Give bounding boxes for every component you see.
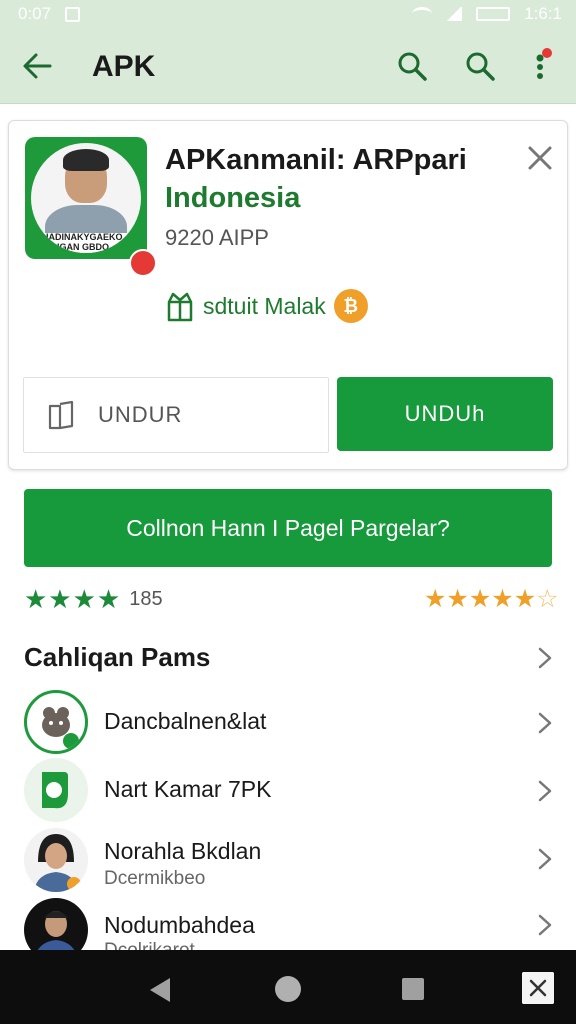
rating-count: 185 (129, 588, 163, 610)
star-icon: ★ (424, 585, 447, 613)
gift-icon (167, 292, 193, 322)
animal-avatar-icon (42, 707, 79, 749)
download-button[interactable]: UNDUh (337, 377, 553, 451)
rating-stars-orange[interactable]: ★★★★★☆ (424, 584, 559, 614)
app-card: DIADINAKYGAEKO HGAN GBDO APKanmanil: ARP… (8, 120, 568, 470)
close-icon[interactable] (522, 972, 554, 1004)
cta-button[interactable]: Collnon Hann I Pagel Pargelar? (24, 489, 552, 567)
signal-icon (446, 7, 463, 21)
list-item-subtitle: Dcermikbeo (104, 868, 206, 889)
star-icon: ★ (513, 585, 537, 613)
star-outline-icon: ☆ (536, 585, 559, 613)
nav-recents-icon[interactable] (402, 978, 424, 1000)
app-icon-caption: DIADINAKYGAEKO HGAN GBDO (35, 232, 127, 253)
chevron-right-icon[interactable] (538, 647, 552, 669)
list-item-avatar (24, 758, 88, 822)
coin-icon: ₿ (333, 289, 368, 323)
list-item-title: Nart Kamar 7PK (104, 776, 272, 802)
chevron-right-icon[interactable] (538, 780, 552, 802)
avatar-hair (63, 149, 109, 171)
list-item-avatar (24, 690, 88, 754)
list-item-title: Norahla Bkdlan (104, 838, 262, 864)
page-title: APK (92, 50, 156, 83)
chevron-right-icon[interactable] (538, 712, 552, 734)
status-time: 0:07 (18, 4, 52, 23)
phone-app-icon (42, 772, 68, 809)
close-icon[interactable] (527, 145, 553, 171)
app-name-line1: APKanmanil: ARPpari (165, 144, 467, 176)
rating-summary: ★★★★ 185 (24, 584, 163, 615)
list-item[interactable]: Norahla Bkdlan Dcermikbeo (0, 828, 576, 896)
section-title[interactable]: Cahliqan Pams (24, 642, 210, 673)
secondary-download-label: UNDUR (98, 402, 183, 427)
app-name: APKanmanil: ARPpari Indonesia (165, 141, 521, 217)
feature-row: sdtuit Malak ₿ (165, 289, 368, 323)
wifi-icon (412, 7, 433, 21)
more-vert-icon[interactable] (530, 48, 554, 84)
list-item-avatar (24, 828, 88, 892)
system-nav-bar (0, 950, 576, 1024)
back-arrow-icon[interactable] (22, 52, 52, 80)
list-item-title: Dancbalnen&lat (104, 708, 267, 734)
app-icon[interactable]: DIADINAKYGAEKO HGAN GBDO (25, 137, 157, 277)
search-icon-secondary[interactable] (464, 50, 496, 82)
status-right-text: 1:6:1 (524, 4, 562, 23)
rating-stars: ★★★★ (24, 584, 122, 614)
search-icon[interactable] (396, 50, 428, 82)
star-icon: ★ (491, 585, 514, 613)
star-icon: ★ (468, 585, 492, 613)
nav-back-icon[interactable] (150, 978, 170, 1002)
status-bar: 0:07 1:6:1 (0, 0, 576, 28)
app-icon-badge (129, 249, 157, 277)
star-icon: ★ (446, 585, 469, 613)
app-bar: APK (0, 28, 576, 104)
app-icon-avatar: DIADINAKYGAEKO HGAN GBDO (31, 143, 141, 253)
list-item-title: Nodumbahdea (104, 912, 255, 938)
book-icon (48, 400, 74, 430)
app-size: 9220 AIPP (165, 225, 269, 250)
chevron-right-icon[interactable] (538, 914, 552, 936)
nav-home-icon[interactable] (275, 976, 301, 1002)
person-avatar-icon (24, 828, 88, 892)
app-name-line2: Indonesia (165, 182, 301, 214)
battery-icon (476, 7, 511, 21)
notification-icon (65, 6, 81, 22)
list-item[interactable]: Nart Kamar 7PK (0, 758, 576, 826)
secondary-download-button[interactable]: UNDUR (23, 377, 329, 453)
feature-label: sdtuit Malak (203, 292, 326, 319)
chevron-right-icon[interactable] (538, 848, 552, 870)
list-item[interactable]: Dancbalnen&lat (0, 690, 576, 758)
